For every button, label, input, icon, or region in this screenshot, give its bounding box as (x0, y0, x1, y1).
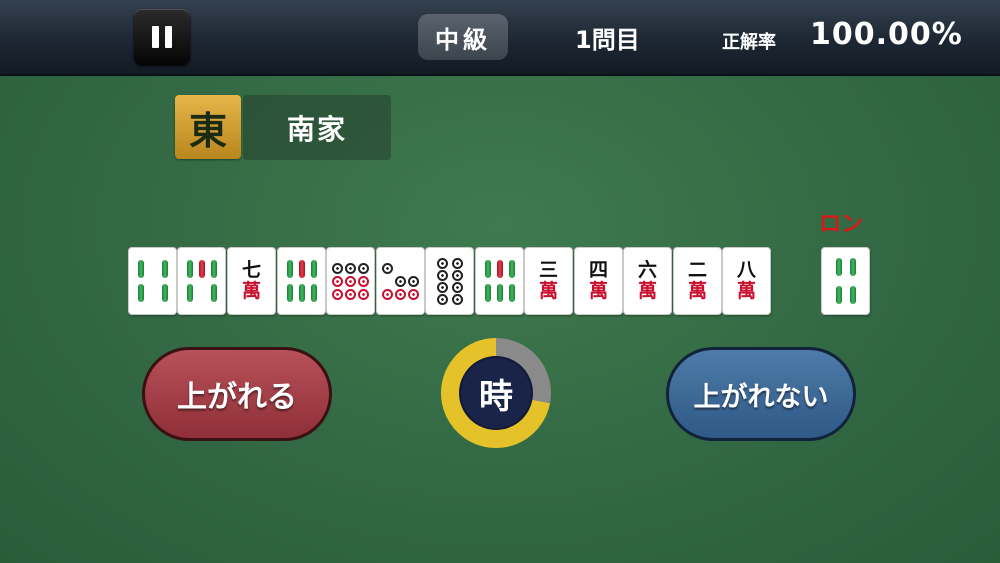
can-win-button[interactable]: 上がれる (142, 347, 332, 441)
cannot-win-button[interactable]: 上がれない (666, 347, 856, 441)
pause-button[interactable] (134, 9, 190, 65)
accuracy-label: 正解率 (722, 32, 776, 53)
hand-tile (426, 248, 473, 314)
round-wind-indicator: 東 (175, 95, 241, 159)
level-badge: 中級 (418, 14, 508, 60)
hand-tile: 四 萬 (575, 248, 622, 314)
hand-tile: 七 萬 (228, 248, 275, 314)
question-number: 1問目 (575, 26, 640, 54)
hand-tile (377, 248, 424, 314)
pause-icon (152, 26, 159, 48)
hand-tile: 六 萬 (624, 248, 671, 314)
hand-tile: 二 萬 (674, 248, 721, 314)
hand-tile (327, 248, 374, 314)
hand-tile: 三 萬 (525, 248, 572, 314)
ron-tile (822, 248, 869, 314)
hand-tile (278, 248, 325, 314)
hand-tile: 八 萬 (723, 248, 770, 314)
hand-tile (476, 248, 523, 314)
pause-icon (165, 26, 172, 48)
accuracy-value: 100.00% (810, 17, 963, 52)
seat-wind-label: 南家 (243, 95, 391, 160)
top-bar: 中級 1問目 正解率 100.00% (0, 0, 1000, 76)
countdown-timer: 時 (441, 338, 551, 448)
timer-label: 時 (461, 358, 531, 428)
ron-label: ロン (819, 212, 864, 237)
hand-tile (178, 248, 225, 314)
hand-tile (129, 248, 176, 314)
